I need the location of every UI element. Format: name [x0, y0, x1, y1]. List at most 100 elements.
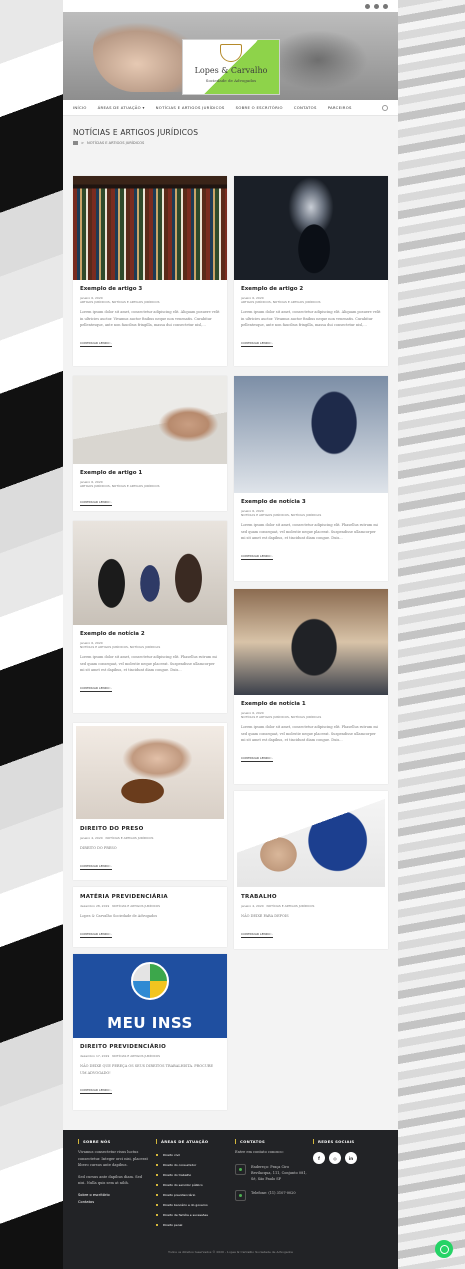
footer-area-item[interactable]: Direito civil	[156, 1150, 228, 1160]
search-icon[interactable]	[382, 105, 388, 111]
footer-about-text-2: Sed cursus ante dapibus diam. Sed nisi. …	[78, 1174, 143, 1186]
nav-item-noticias[interactable]: NOTÍCIAS E ARTIGOS JURÍDICOS	[156, 105, 225, 110]
nav-item-areas[interactable]: ÁREAS DE ATUAÇÃO ▾	[98, 105, 145, 110]
post-title[interactable]: MATÉRIA PREVIDENCIÁRIA	[80, 894, 220, 900]
read-more-link[interactable]: CONTINUAR LENDO ›	[241, 756, 273, 762]
post-title[interactable]: DIREITO PREVIDENCIÁRIO	[80, 1044, 220, 1050]
footer-about-text: Vivamus consectetur risus luctus consect…	[78, 1150, 148, 1167]
post-categories[interactable]: ARTIGOS JURÍDICOS, NOTÍCIAS E ARTIGOS JU…	[241, 300, 381, 304]
footer-social: REDES SOCIAIS f ◎ in	[313, 1139, 385, 1164]
post-excerpt: Lorem ipsum dolor sit amet, consectetur …	[241, 523, 378, 540]
read-more-link[interactable]: CONTINUAR LENDO ›	[241, 554, 273, 560]
facebook-icon[interactable]: f	[313, 1152, 325, 1164]
post-image-gavel[interactable]	[76, 726, 224, 819]
linkedin-icon[interactable]	[383, 3, 388, 9]
nav-item-sobre[interactable]: SOBRE O ESCRITÓRIO	[236, 105, 283, 110]
post-title[interactable]: Exemplo de artigo 2	[241, 286, 381, 292]
facebook-icon[interactable]	[365, 3, 370, 9]
read-more-link[interactable]: CONTINUAR LENDO ›	[80, 500, 112, 506]
post-title[interactable]: Exemplo de notícia 3	[241, 499, 381, 505]
breadcrumb: > NOTÍCIAS E ARTIGOS JURÍDICOS	[73, 141, 388, 145]
instagram-icon[interactable]: ◎	[329, 1152, 341, 1164]
footer-area-item[interactable]: Direito bancário e do governo	[156, 1200, 228, 1210]
footer-about-title: SOBRE NÓS	[78, 1139, 150, 1144]
post-categories[interactable]: NOTÍCIAS E ARTIGOS JURÍDICOS	[112, 1054, 160, 1058]
post-title[interactable]: Exemplo de notícia 2	[80, 631, 220, 637]
footer-link-sobre[interactable]: Sobre o escritório	[78, 1192, 150, 1199]
read-more-link[interactable]: CONTINUAR LENDO ›	[80, 1088, 112, 1094]
footer-area-item[interactable]: Direito penal	[156, 1220, 228, 1230]
logo-name: Lopes & Carvalho	[194, 66, 268, 75]
footer-area-item[interactable]: Direito de família e sucessões	[156, 1210, 228, 1220]
post-image-silhouette[interactable]	[234, 176, 388, 280]
post-excerpt: Lorem ipsum dolor sit amet, consectetur …	[241, 725, 378, 742]
footer-area-item[interactable]: Direito do servidor público	[156, 1180, 228, 1190]
background-right-decoration	[398, 0, 465, 1269]
location-icon	[235, 1163, 246, 1175]
post-card: Exemplo de notícia 3 janeiro 6, 2020 NOT…	[234, 376, 388, 581]
linkedin-icon[interactable]: in	[345, 1152, 357, 1164]
post-title[interactable]: Exemplo de artigo 1	[80, 470, 220, 476]
post-meta: janeiro 6, 2020 ARTIGOS JURÍDICOS, NOTÍC…	[80, 480, 220, 488]
post-categories[interactable]: NOTÍCIAS E ARTIGOS JURÍDICOS	[112, 904, 160, 908]
home-icon[interactable]	[73, 141, 78, 145]
post-title[interactable]: DIREITO DO PRESO	[80, 826, 220, 832]
post-categories[interactable]: NOTÍCIAS E ARTIGOS JURÍDICOS	[106, 836, 154, 840]
read-more-link[interactable]: CONTINUAR LENDO ›	[241, 341, 273, 347]
post-date: dezembro 17, 2019	[80, 1054, 110, 1058]
footer-address-row: Endereço: Praça Ciro Bevilacqua, 111, Co…	[235, 1163, 307, 1182]
post-date: janeiro 4, 2020	[80, 836, 103, 840]
post-meta: janeiro 6, 2020 NOTÍCIAS E ARTIGOS JURÍD…	[80, 641, 220, 649]
footer-area-item[interactable]: Direito do trabalho	[156, 1170, 228, 1180]
post-categories[interactable]: NOTÍCIAS E ARTIGOS JURÍDICOS, NOTÍCIAS J…	[241, 715, 381, 719]
site-logo[interactable]: Lopes & Carvalho Sociedade de Advogados	[182, 39, 280, 95]
read-more-link[interactable]: CONTINUAR LENDO ›	[80, 686, 112, 692]
post-title[interactable]: Exemplo de artigo 3	[80, 286, 220, 292]
post-title[interactable]: TRABALHO	[241, 894, 381, 900]
post-excerpt: NÃO DEIXE PARA DEPOIS	[241, 914, 289, 918]
footer-contacts-title: CONTATOS	[235, 1139, 307, 1144]
footer-area-item[interactable]: Direito previdenciário	[156, 1190, 228, 1200]
read-more-link[interactable]: CONTINUAR LENDO ›	[80, 341, 112, 347]
post-image-carteira-trabalho[interactable]	[237, 794, 385, 887]
footer-link-contatos[interactable]: Contatos	[78, 1199, 150, 1206]
post-image-meeting[interactable]	[73, 521, 227, 625]
post-meta: janeiro 6, 2020 ARTIGOS JURÍDICOS, NOTÍC…	[80, 296, 220, 304]
whatsapp-button[interactable]	[435, 1240, 453, 1258]
post-excerpt: Lorem ipsum dolor sit amet, consectetur …	[80, 310, 220, 327]
read-more-link[interactable]: CONTINUAR LENDO ›	[241, 932, 273, 938]
post-image-phone[interactable]	[234, 589, 388, 695]
post-image-meu-inss[interactable]: MEU INSS	[73, 954, 227, 1038]
post-title[interactable]: Exemplo de notícia 1	[241, 701, 381, 707]
post-categories[interactable]: NOTÍCIAS E ARTIGOS JURÍDICOS	[267, 904, 315, 908]
breadcrumb-current: NOTÍCIAS E ARTIGOS JURÍDICOS	[87, 141, 145, 145]
footer-contacts: CONTATOS Entre em contato conosco: Ender…	[235, 1139, 307, 1201]
footer-areas-list: Direito civil Direito do consumidor Dire…	[156, 1150, 228, 1230]
logo-subtitle: Sociedade de Advogados	[205, 78, 257, 83]
post-categories[interactable]: ARTIGOS JURÍDICOS, NOTÍCIAS E ARTIGOS JU…	[80, 484, 220, 488]
nav-item-contatos[interactable]: CONTATOS	[294, 105, 317, 110]
footer-area-item[interactable]: Direito do consumidor	[156, 1160, 228, 1170]
post-card: Exemplo de artigo 1 janeiro 6, 2020 ARTI…	[73, 376, 227, 511]
instagram-icon[interactable]	[374, 3, 379, 9]
post-date: dezembro 28, 2019	[80, 904, 110, 908]
footer-phone-row: Telefone: (11) 3107-0020	[235, 1189, 307, 1201]
page-container: Lopes & Carvalho Sociedade de Advogados …	[63, 0, 398, 1269]
nav-item-parceiros[interactable]: PARCEIROS	[328, 105, 352, 110]
footer-about: SOBRE NÓS Vivamus consectetur risus luct…	[78, 1139, 150, 1206]
post-excerpt: Lopes & Carvalho Sociedade de Advogados	[80, 914, 158, 918]
read-more-link[interactable]: CONTINUAR LENDO ›	[80, 932, 112, 938]
nav-item-areas-label: ÁREAS DE ATUAÇÃO	[97, 105, 141, 110]
post-categories[interactable]: NOTÍCIAS E ARTIGOS JURÍDICOS, NOTÍCIAS J…	[241, 513, 381, 517]
footer-areas-title: ÁREAS DE ATUAÇÃO	[156, 1139, 228, 1144]
post-image-office[interactable]	[234, 376, 388, 493]
post-meta: janeiro 6, 2020 NOTÍCIAS E ARTIGOS JURÍD…	[241, 711, 381, 719]
footer-phone[interactable]: Telefone: (11) 3107-0020	[251, 1190, 296, 1201]
post-image-signing[interactable]	[73, 376, 227, 464]
nav-item-inicio[interactable]: INÍCIO	[73, 105, 87, 110]
post-image-books[interactable]	[73, 176, 227, 280]
chevron-down-icon: ▾	[142, 105, 145, 110]
post-categories[interactable]: NOTÍCIAS E ARTIGOS JURÍDICOS, NOTÍCIAS J…	[80, 645, 220, 649]
post-categories[interactable]: ARTIGOS JURÍDICOS, NOTÍCIAS E ARTIGOS JU…	[80, 300, 220, 304]
read-more-link[interactable]: CONTINUAR LENDO ›	[80, 864, 112, 870]
